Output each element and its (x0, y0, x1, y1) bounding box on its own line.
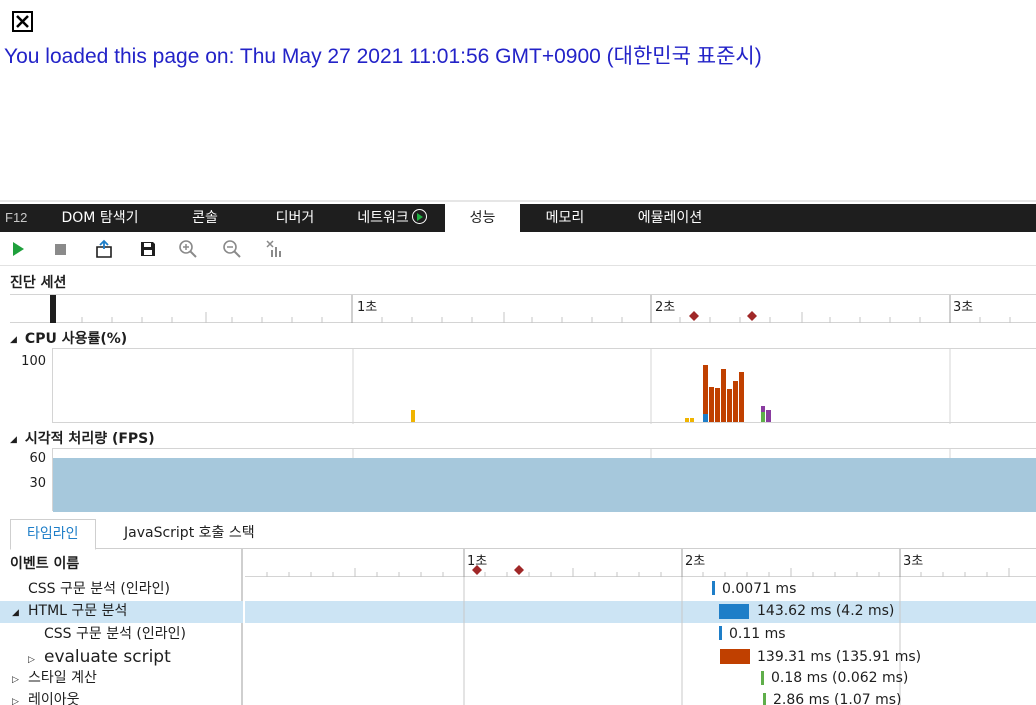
event-duration-label: 0.0071 ms (722, 581, 797, 597)
event-duration-bar[interactable] (719, 626, 722, 640)
cpu-y-max: 100 (21, 354, 46, 369)
fps-title: 시각적 처리량 (FPS) (24, 431, 155, 447)
fps-section-header[interactable]: ◢ 시각적 처리량 (FPS) (10, 428, 155, 448)
event-duration-label: 0.18 ms (0.062 ms) (771, 670, 909, 686)
event-duration-bar[interactable] (761, 671, 764, 685)
event-duration-bar[interactable] (712, 581, 715, 595)
session-tick-label: 2초 (655, 300, 676, 315)
session-tick-label: 1초 (357, 300, 378, 315)
session-ruler-ticks (81, 295, 1011, 323)
event-name: 레이아웃 (28, 692, 80, 705)
event-duration-label: 143.62 ms (4.2 ms) (757, 603, 895, 619)
tab-memory[interactable]: 메모리 (525, 204, 605, 232)
tab-label: 네트워크 (357, 210, 409, 226)
event-name: CSS 구문 분석 (인라인) (44, 626, 186, 642)
fps-y-label: 60 (29, 451, 46, 466)
event-row[interactable]: ▷ evaluate script (28, 646, 171, 668)
devtools-panel: F12 DOM 탐색기 콘솔 디버거 네트워크 성능 메모리 에뮬레이션 진단 … (0, 200, 1036, 705)
event-duration-label: 139.31 ms (135.91 ms) (757, 649, 922, 665)
event-row[interactable]: ◢ HTML 구문 분석 (12, 600, 127, 622)
cpu-title: CPU 사용률(%) (24, 331, 128, 347)
timeline-gridlines (463, 577, 901, 705)
tab-label: 콘솔 (192, 210, 218, 226)
event-name-list: 이벤트 이름 CSS 구문 분석 (인라인) ◢ HTML 구문 분석 CSS 구… (0, 549, 243, 705)
session-title: 진단 세션 (10, 275, 67, 291)
tab-console[interactable]: 콘솔 (160, 204, 250, 232)
tab-timeline[interactable]: 타임라인 (10, 519, 96, 550)
timeline-tick-label: 2초 (685, 554, 706, 569)
details-subtabs: 타임라인 JavaScript 호출 스택 (10, 519, 1036, 550)
f12-label: F12 (5, 210, 28, 225)
event-duration-label: 0.11 ms (729, 626, 786, 642)
tab-label: JavaScript 호출 스택 (124, 525, 255, 541)
timeline-ruler[interactable]: 1초 2초 3초 (245, 549, 1036, 577)
event-name: HTML 구문 분석 (28, 603, 128, 619)
tab-js-callstack[interactable]: JavaScript 호출 스택 (108, 519, 271, 549)
collapse-triangle-icon[interactable]: ◢ (10, 435, 17, 445)
tab-dom-explorer[interactable]: DOM 탐색기 (45, 204, 155, 232)
event-duration-bar[interactable] (719, 604, 749, 619)
tab-emulation[interactable]: 에뮬레이션 (620, 204, 720, 232)
performance-toolbar (0, 232, 1036, 266)
event-row[interactable]: ▷ 레이아웃 (12, 689, 80, 705)
import-icon[interactable] (94, 239, 114, 259)
clear-selection-icon[interactable] (265, 239, 285, 259)
tab-label: 에뮬레이션 (637, 210, 703, 226)
fps-y-label: 30 (29, 476, 46, 491)
timeline-tick-label: 1초 (467, 554, 488, 569)
tab-label: DOM 탐색기 (61, 210, 139, 226)
expand-triangle-icon[interactable]: ▷ (12, 691, 28, 705)
cpu-usage-graph[interactable] (52, 348, 1036, 424)
play-icon[interactable] (8, 239, 28, 259)
expand-triangle-icon[interactable]: ▷ (12, 669, 28, 691)
tab-performance[interactable]: 성능 (445, 204, 520, 232)
tab-debugger[interactable]: 디버거 (255, 204, 335, 232)
stop-icon[interactable] (50, 239, 70, 259)
fps-gridlines (352, 449, 951, 458)
devtools-tabbar: F12 DOM 탐색기 콘솔 디버거 네트워크 성능 메모리 에뮬레이션 (0, 204, 1036, 232)
fps-fill (53, 458, 1036, 512)
timeline-tick-label: 3초 (903, 554, 924, 569)
collapse-triangle-icon[interactable]: ◢ (10, 335, 17, 345)
event-duration-label: 2.86 ms (1.07 ms) (773, 692, 902, 705)
tab-label: 메모리 (545, 210, 585, 226)
collapse-triangle-icon[interactable]: ◢ (12, 602, 28, 624)
network-record-icon (411, 209, 427, 224)
event-duration-bar[interactable] (763, 693, 766, 705)
page-loaded-message: You loaded this page on: Thu May 27 2021… (4, 45, 762, 68)
event-row[interactable]: ▷ 스타일 계산 (12, 667, 97, 689)
tab-label: 성능 (469, 210, 496, 226)
cpu-section-header[interactable]: ◢ CPU 사용률(%) (10, 328, 127, 348)
event-name: evaluate script (44, 647, 171, 667)
event-row[interactable]: CSS 구문 분석 (인라인) (44, 623, 186, 645)
fps-graph[interactable] (52, 448, 1036, 512)
cpu-usage-bars (352, 349, 951, 424)
event-row[interactable]: CSS 구문 분석 (인라인) (28, 578, 170, 600)
close-icon[interactable] (12, 11, 33, 32)
tab-network[interactable]: 네트워크 (342, 204, 442, 232)
zoom-in-icon[interactable] (178, 239, 198, 259)
session-ruler[interactable]: 1초 2초 3초 (10, 294, 1036, 323)
event-name: CSS 구문 분석 (인라인) (28, 581, 170, 597)
session-tick-label: 3초 (953, 300, 974, 315)
event-duration-bar[interactable] (720, 649, 750, 664)
event-timeline[interactable]: 1초 2초 3초 0.0071 ms 143.62 ms (4.2 ms) 0.… (245, 549, 1036, 705)
tab-label: 타임라인 (27, 526, 79, 542)
save-icon[interactable] (138, 239, 158, 259)
zoom-out-icon[interactable] (222, 239, 242, 259)
event-name-header[interactable]: 이벤트 이름 (10, 553, 79, 575)
event-name: 스타일 계산 (28, 670, 97, 686)
tab-label: 디버거 (275, 210, 315, 226)
